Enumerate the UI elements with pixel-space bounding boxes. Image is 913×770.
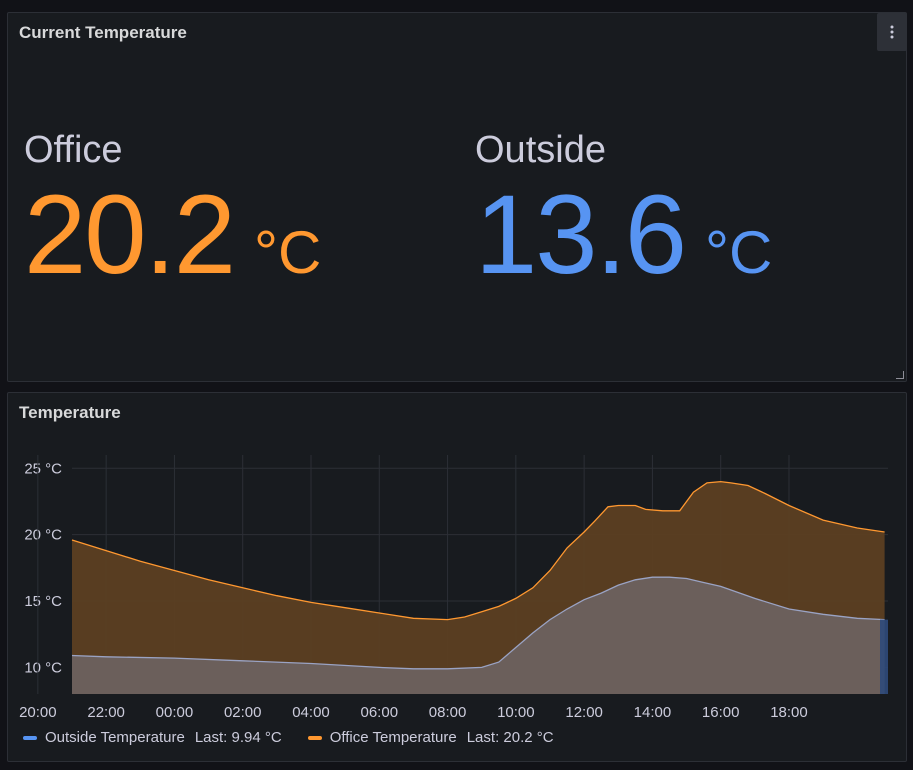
- legend-item-office[interactable]: Office Temperature Last: 20.2 °C: [307, 729, 554, 746]
- y-tick-label: 10 °C: [24, 659, 62, 676]
- legend-swatch: [23, 735, 37, 740]
- stat-outside: Outside 13.6 °C: [475, 128, 773, 291]
- stat-name: Outside: [475, 129, 606, 171]
- x-tick-label: 12:00: [565, 704, 603, 721]
- legend-last-value: Last: 20.2 °C: [466, 729, 554, 746]
- stat-value: 20.2: [24, 172, 236, 297]
- x-tick-label: 18:00: [770, 704, 808, 721]
- y-tick-label: 15 °C: [24, 593, 62, 610]
- stat-value-row: 20.2 °C: [24, 179, 322, 291]
- x-tick-label: 00:00: [156, 704, 194, 721]
- y-tick-label: 20 °C: [24, 527, 62, 544]
- x-tick-label: 06:00: [361, 704, 399, 721]
- stat-value: 13.6: [475, 172, 687, 297]
- stat-name: Office: [24, 129, 123, 171]
- hover-highlight: [880, 619, 888, 694]
- y-tick-label: 25 °C: [24, 460, 62, 477]
- chart-legend: Outside Temperature Last: 9.94 °C Office…: [23, 729, 554, 746]
- legend-item-outside[interactable]: Outside Temperature Last: 9.94 °C: [23, 729, 282, 746]
- panel-menu-button[interactable]: [877, 13, 907, 51]
- panel-title: Current Temperature: [19, 23, 187, 42]
- x-tick-label: 14:00: [634, 704, 672, 721]
- resize-handle[interactable]: [896, 371, 904, 379]
- stat-office: Office 20.2 °C: [24, 128, 322, 291]
- x-tick-label: 16:00: [702, 704, 740, 721]
- legend-label: Office Temperature: [329, 729, 457, 746]
- legend-label: Outside Temperature: [45, 729, 185, 746]
- x-tick-label: 04:00: [292, 704, 330, 721]
- stat-unit: °C: [253, 219, 322, 286]
- kebab-menu-icon: [890, 25, 894, 39]
- x-tick-label: 10:00: [497, 704, 535, 721]
- stat-unit: °C: [704, 219, 773, 286]
- current-temperature-panel: Current Temperature Office 20.2 °C Outsid…: [7, 12, 907, 382]
- temperature-chart[interactable]: 10 °C 15 °C 20 °C 25 °C 22:00 00:00 02:00 04:00…: [8, 393, 906, 723]
- x-tick-label: 20:00: [19, 704, 57, 721]
- x-tick-label: 22:00: [87, 704, 125, 721]
- legend-last-value: Last: 9.94 °C: [194, 729, 282, 746]
- temperature-timeseries-panel: Temperature 10 °C 15 °C 20 °C 25 °C 22:00 00:…: [7, 392, 907, 762]
- legend-swatch: [307, 735, 322, 740]
- stat-value-row: 13.6 °C: [475, 179, 773, 291]
- x-tick-label: 02:00: [224, 704, 262, 721]
- x-tick-label: 08:00: [429, 704, 467, 721]
